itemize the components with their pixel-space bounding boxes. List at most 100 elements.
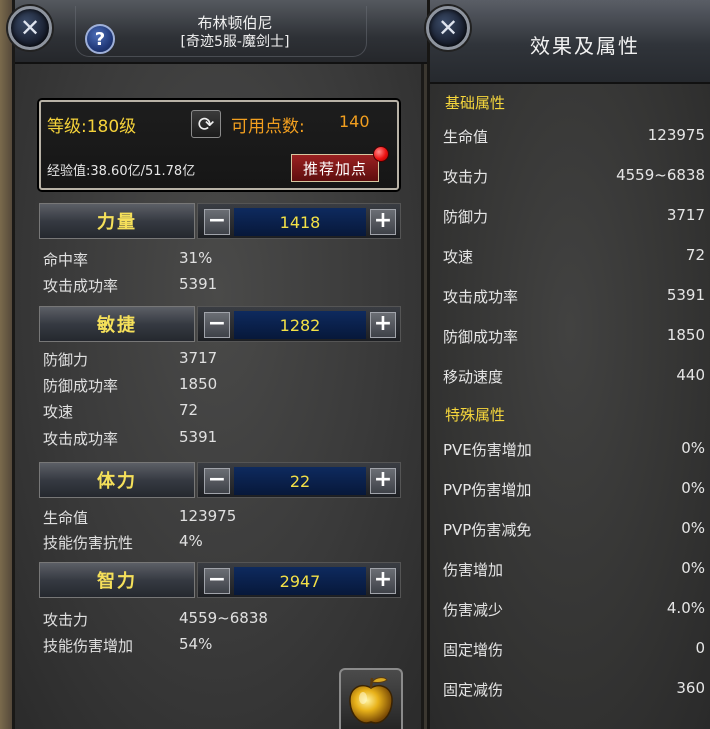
detail-value: 1850 (179, 375, 218, 393)
attribute-value: 72 (685, 246, 705, 264)
detail-label: 防御成功率 (43, 377, 119, 395)
stat-row-agility: 敏捷 − 1282 + (39, 306, 401, 342)
detail-row: 攻击力 4559~6838 (43, 605, 343, 631)
recommend-points-button[interactable]: 推荐加点 (291, 154, 379, 182)
attribute-row: 移动速度 440 (443, 364, 705, 386)
character-stats-panel: 布林顿伯尼 [奇迹5服-魔剑士] ? 等级:180级 ⟳ 可用点数: 140 经… (12, 0, 427, 729)
help-icon: ? (94, 28, 106, 50)
attributes-panel: 效果及属性 基础属性 生命值 123975 攻击力 4559~6838 防御力 … (427, 0, 710, 729)
attribute-row: 攻击力 4559~6838 (443, 164, 705, 186)
attribute-row: 防御力 3717 (443, 204, 705, 226)
stat-name-strength: 力量 (39, 203, 195, 239)
detail-label: 技能伤害增加 (43, 637, 134, 655)
attribute-label: 固定增伤 (443, 641, 504, 659)
refresh-button[interactable]: ⟳ (191, 110, 221, 138)
available-points-label: 可用点数: (231, 117, 305, 137)
notification-dot (373, 146, 389, 162)
attribute-value: 440 (676, 366, 705, 384)
strength-plus-button[interactable]: + (370, 209, 396, 235)
character-title: 布林顿伯尼 [奇迹5服-魔剑士] (115, 14, 355, 52)
experience-label: 经验值:38.60亿/51.78亿 (47, 164, 196, 179)
close-icon: ✕ (19, 14, 41, 42)
golden-apple-button[interactable] (339, 668, 403, 729)
detail-label: 命中率 (43, 251, 89, 269)
detail-row: 攻击成功率 5391 (43, 424, 343, 450)
strength-minus-button[interactable]: − (204, 209, 230, 235)
vitality-plus-button[interactable]: + (370, 468, 396, 494)
attribute-row: 伤害增加 0% (443, 557, 705, 579)
attribute-row: 防御成功率 1850 (443, 324, 705, 346)
attribute-value: 5391 (666, 286, 705, 304)
help-button[interactable]: ? (85, 24, 115, 54)
attribute-label: 移动速度 (443, 368, 504, 386)
attribute-row: 伤害减少 4.0% (443, 597, 705, 619)
agility-plus-button[interactable]: + (370, 312, 396, 338)
detail-row: 防御成功率 1850 (43, 371, 343, 397)
agility-minus-button[interactable]: − (204, 312, 230, 338)
close-button-left[interactable]: ✕ (8, 6, 52, 50)
detail-label: 攻速 (43, 403, 74, 421)
detail-label: 防御力 (43, 351, 89, 369)
attribute-label: 伤害减少 (443, 601, 504, 619)
attribute-label: 伤害增加 (443, 561, 504, 579)
attribute-label: 攻速 (443, 248, 474, 266)
stat-name-agility: 敏捷 (39, 306, 195, 342)
intelligence-minus-button[interactable]: − (204, 568, 230, 594)
vitality-minus-button[interactable]: − (204, 468, 230, 494)
special-attributes-title: 特殊属性 (445, 406, 506, 424)
close-icon: ✕ (437, 14, 459, 42)
attribute-label: PVP伤害增加 (443, 481, 532, 499)
detail-value: 4559~6838 (179, 609, 268, 627)
attributes-header: 效果及属性 (430, 0, 710, 84)
detail-label: 生命值 (43, 509, 89, 527)
stat-value-strength: 1418 (234, 208, 366, 236)
detail-value: 3717 (179, 349, 218, 367)
attributes-title: 效果及属性 (530, 34, 640, 58)
stat-row-vitality: 体力 − 22 + (39, 462, 401, 498)
stat-row-strength: 力量 − 1418 + (39, 203, 401, 239)
stat-value-intelligence: 2947 (234, 567, 366, 595)
attribute-row: 攻速 72 (443, 244, 705, 266)
close-button-right[interactable]: ✕ (426, 6, 470, 50)
character-header: 布林顿伯尼 [奇迹5服-魔剑士] (15, 0, 427, 64)
attribute-label: 防御成功率 (443, 328, 519, 346)
attribute-value: 3717 (666, 206, 705, 224)
stat-control-strength: − 1418 + (197, 203, 401, 239)
attribute-label: 攻击力 (443, 168, 489, 186)
stat-control-intelligence: − 2947 + (197, 562, 401, 598)
attribute-value: 4559~6838 (616, 166, 705, 184)
basic-attributes-title: 基础属性 (445, 94, 506, 112)
detail-value: 5391 (179, 428, 218, 446)
detail-value: 123975 (179, 507, 237, 525)
attribute-row: PVE伤害增加 0% (443, 437, 705, 459)
stat-value-vitality: 22 (234, 467, 366, 495)
attribute-row: 固定减伤 360 (443, 677, 705, 699)
attribute-label: 生命值 (443, 128, 489, 146)
stat-name-vitality: 体力 (39, 462, 195, 498)
stat-control-vitality: − 22 + (197, 462, 401, 498)
attribute-row: 生命值 123975 (443, 124, 705, 146)
attribute-row: PVP伤害增加 0% (443, 477, 705, 499)
attribute-row: PVP伤害减免 0% (443, 517, 705, 539)
available-points-value: 140 (339, 112, 370, 131)
attribute-value: 1850 (666, 326, 705, 344)
detail-value: 54% (179, 635, 213, 653)
detail-value: 72 (179, 401, 199, 419)
detail-row: 攻击成功率 5391 (43, 271, 343, 297)
attribute-label: 攻击成功率 (443, 288, 519, 306)
detail-row: 生命值 123975 (43, 503, 343, 529)
detail-row: 攻速 72 (43, 397, 343, 423)
detail-value: 4% (179, 532, 203, 550)
attribute-label: 固定减伤 (443, 681, 504, 699)
level-label: 等级:180级 (47, 117, 137, 137)
golden-apple-icon (349, 677, 393, 724)
attribute-value: 123975 (647, 126, 705, 144)
attribute-label: PVE伤害增加 (443, 441, 532, 459)
detail-label: 攻击成功率 (43, 430, 119, 448)
detail-row: 防御力 3717 (43, 345, 343, 371)
stat-value-agility: 1282 (234, 311, 366, 339)
detail-value: 5391 (179, 275, 218, 293)
intelligence-plus-button[interactable]: + (370, 568, 396, 594)
attribute-value: 360 (676, 679, 705, 697)
attribute-value: 0% (681, 559, 705, 577)
